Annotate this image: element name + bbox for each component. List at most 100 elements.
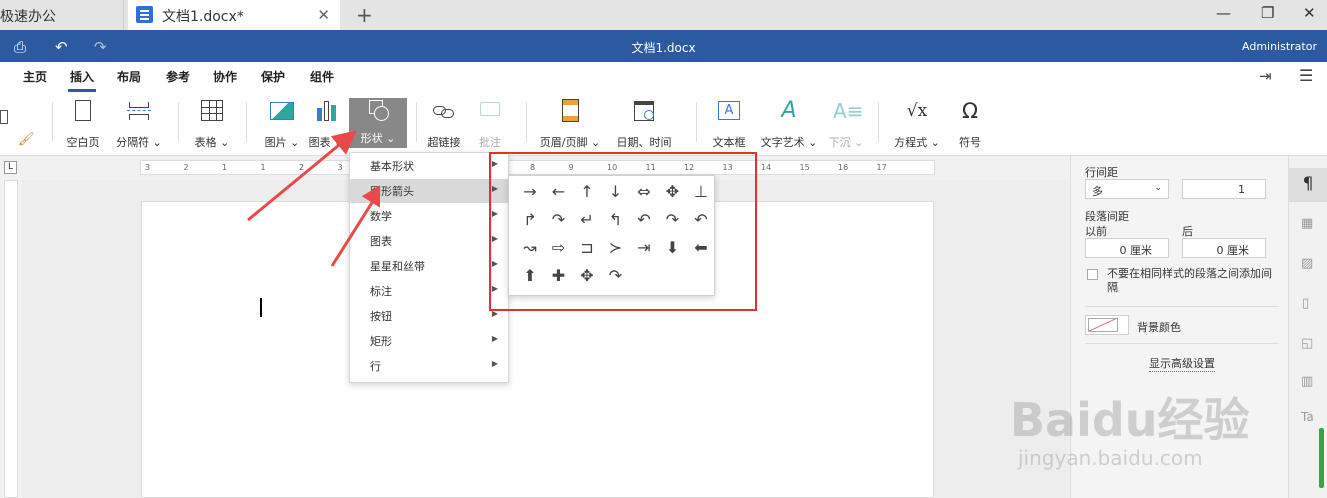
- ruler-number: 3: [145, 163, 151, 172]
- symbol-label: 符号: [959, 136, 981, 149]
- comment-button[interactable]: 批注: [470, 98, 510, 154]
- paragraph-icon[interactable]: ¶: [1289, 168, 1327, 202]
- break-label: 分隔符 ⌄: [116, 136, 162, 149]
- scrollbar-thumb[interactable]: [1319, 428, 1324, 488]
- open-location-icon[interactable]: ⇥: [1259, 67, 1272, 85]
- blank-page-label: 空白页: [66, 136, 100, 149]
- highlight-box: [489, 152, 757, 311]
- drop-cap-button[interactable]: A≡ 下沉 ⌄: [826, 98, 866, 154]
- drop-cap-label: 下沉 ⌄: [828, 136, 864, 149]
- tab-bar: 极速办公 文档1.docx* ✕ + — ❐ ✕: [0, 0, 1327, 30]
- menu-insert[interactable]: 插入: [67, 68, 97, 92]
- blank-page-icon: [70, 98, 96, 124]
- annotation-arrows: [247, 130, 380, 267]
- tab-document[interactable]: 文档1.docx* ✕: [128, 0, 340, 30]
- watermark-logo: Baidu经验: [1010, 393, 1250, 447]
- equation-button[interactable]: √x 方程式 ⌄: [892, 98, 942, 154]
- textbox-icon: A: [716, 98, 742, 124]
- date-time-button[interactable]: 日期、时间: [612, 98, 676, 154]
- tab-home[interactable]: 极速办公: [0, 0, 124, 30]
- vertical-ruler: [4, 180, 18, 498]
- textbox-button[interactable]: A 文本框: [708, 98, 750, 154]
- break-button[interactable]: 分隔符 ⌄: [112, 98, 166, 154]
- text-art-button[interactable]: A 文字艺术 ⌄: [758, 98, 820, 154]
- restore-icon[interactable]: ❐: [1261, 4, 1274, 22]
- table-settings-icon[interactable]: ▦: [1301, 216, 1313, 231]
- menu-item-lines[interactable]: 行 ▶: [350, 354, 508, 378]
- spacing-before-input[interactable]: 0 厘米: [1085, 238, 1169, 258]
- hamburger-menu-icon[interactable]: ☰: [1299, 66, 1313, 85]
- date-time-label: 日期、时间: [616, 136, 672, 149]
- table-button[interactable]: 表格 ⌄: [190, 98, 234, 154]
- omega-icon: Ω: [961, 99, 979, 123]
- symbol-button[interactable]: Ω 符号: [952, 98, 988, 154]
- hyperlink-label: 超链接: [427, 136, 461, 149]
- text-art-icon: A: [781, 98, 797, 123]
- close-window-icon[interactable]: ✕: [1303, 4, 1316, 22]
- comment-label: 批注: [479, 136, 501, 149]
- ruler-number: 14: [761, 163, 772, 172]
- ruler-number: 16: [838, 163, 849, 172]
- link-icon: [431, 98, 457, 124]
- menu-references[interactable]: 参考: [166, 68, 190, 85]
- no-space-checkbox[interactable]: [1087, 269, 1098, 280]
- comment-icon: [477, 98, 503, 124]
- text-art-settings-icon[interactable]: Ta: [1301, 410, 1314, 424]
- line-spacing-label: 行间距: [1085, 166, 1118, 179]
- menu-bar: 主页 插入 布局 参考 协作 保护 组件 ⇥ ☰: [0, 62, 1327, 92]
- menu-plugins[interactable]: 组件: [310, 68, 334, 85]
- spacing-after-input[interactable]: 0 厘米: [1182, 238, 1266, 258]
- line-spacing-type-select[interactable]: 多 ⌄: [1085, 179, 1169, 199]
- advanced-settings-link[interactable]: 显示高级设置: [1149, 355, 1215, 372]
- menu-item-callouts[interactable]: 标注 ▶: [350, 279, 508, 303]
- line-spacing-value-input[interactable]: 1: [1182, 179, 1266, 199]
- header-footer-icon: [557, 98, 583, 124]
- new-tab-icon[interactable]: +: [356, 3, 373, 27]
- menu-home[interactable]: 主页: [23, 68, 47, 85]
- menu-item-buttons[interactable]: 按钮 ▶: [350, 304, 508, 328]
- close-tab-icon[interactable]: ✕: [317, 6, 330, 24]
- text-art-label: 文字艺术 ⌄: [760, 136, 818, 149]
- minimize-icon[interactable]: —: [1216, 4, 1231, 22]
- title-bar: ⎙ ↶ ↷ 文档1.docx Administrator: [0, 30, 1327, 62]
- menu-collaborate[interactable]: 协作: [213, 68, 237, 85]
- document-title: 文档1.docx: [631, 41, 696, 55]
- blank-page-button[interactable]: 空白页: [62, 98, 104, 154]
- spacing-after-label: 后: [1182, 225, 1193, 238]
- format-painter-icon[interactable]: 🖌: [18, 132, 35, 147]
- clipboard-group: 🖌: [0, 98, 40, 154]
- shape-settings-icon[interactable]: ◱: [1301, 336, 1313, 351]
- table-icon: [199, 98, 225, 124]
- header-footer-label: 页眉/页脚 ⌄: [539, 136, 601, 149]
- spacing-before-label: 以前: [1085, 225, 1107, 238]
- chart-settings-icon[interactable]: ▥: [1301, 374, 1313, 389]
- drop-cap-icon: A≡: [833, 99, 864, 123]
- image-settings-icon[interactable]: ▨: [1301, 256, 1313, 271]
- ruler-number: 2: [183, 163, 189, 172]
- ruler-number: 17: [876, 163, 887, 172]
- watermark-url: jingyan.baidu.com: [1018, 446, 1203, 470]
- menu-layout[interactable]: 布局: [117, 68, 141, 85]
- header-settings-icon[interactable]: ▯: [1302, 296, 1309, 311]
- hyperlink-button[interactable]: 超链接: [424, 98, 464, 154]
- tab-home-label: 极速办公: [0, 9, 56, 25]
- user-name: Administrator: [1242, 40, 1317, 53]
- table-label: 表格 ⌄: [194, 136, 230, 149]
- ruler-number: 15: [799, 163, 810, 172]
- equation-label: 方程式 ⌄: [894, 136, 940, 149]
- right-icon-strip: ¶ ▦ ▨ ▯ ◱ ▥ Ta: [1288, 156, 1327, 498]
- ruler-number: 1: [222, 163, 228, 172]
- ribbon-toolbar: 🖌 空白页 分隔符 ⌄ 表格 ⌄ 图片 ⌄ 图表 ⌄ 形状 ⌄ 超链接 批注 页…: [0, 92, 1327, 156]
- equation-icon: √x: [906, 101, 928, 121]
- tab-stop-selector[interactable]: L: [4, 161, 17, 174]
- tab-document-label: 文档1.docx*: [162, 9, 244, 25]
- text-cursor: [260, 298, 262, 317]
- menu-item-rectangles[interactable]: 矩形 ▶: [350, 329, 508, 353]
- annotation-arrow: [247, 130, 357, 222]
- no-space-checkbox-label: 不要在相同样式的段落之间添加间隔: [1107, 267, 1272, 294]
- background-color-picker[interactable]: [1085, 315, 1129, 335]
- paragraph-spacing-label: 段落间距: [1085, 210, 1129, 223]
- annotation-arrow: [330, 182, 380, 267]
- menu-protect[interactable]: 保护: [261, 68, 285, 85]
- header-footer-button[interactable]: 页眉/页脚 ⌄: [538, 98, 602, 154]
